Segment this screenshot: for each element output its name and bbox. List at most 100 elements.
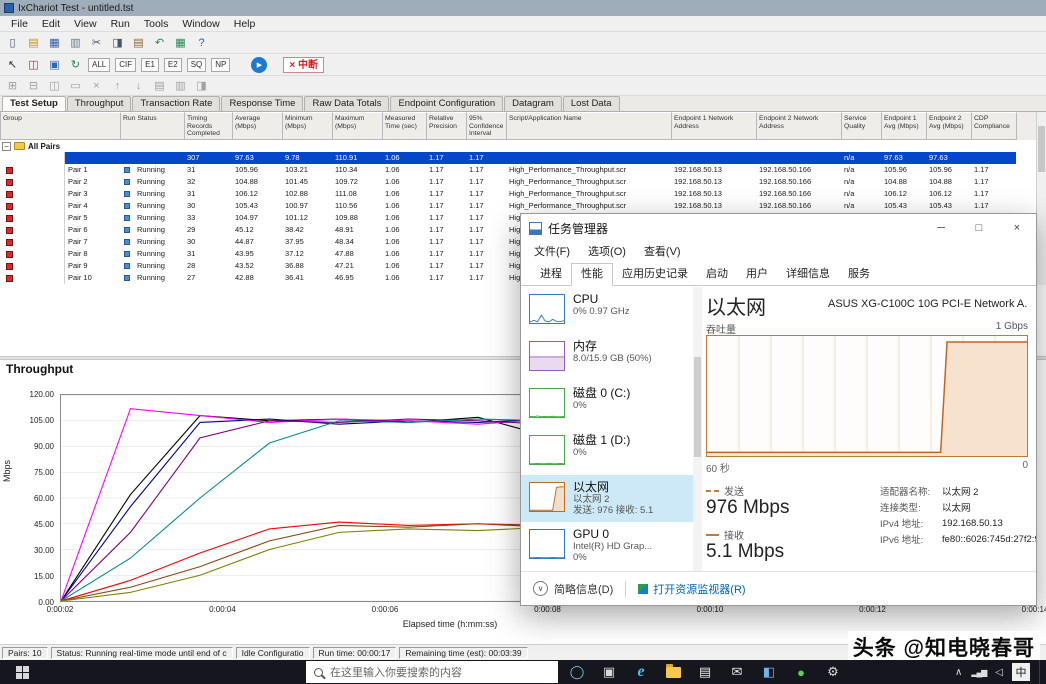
open-resource-monitor-link[interactable]: 打开资源监视器(R) [653, 581, 745, 597]
view-button-np[interactable]: NP [211, 58, 230, 72]
column-header-relative-precision[interactable]: Relative Precision [427, 112, 467, 140]
maximize-button[interactable]: □ [960, 214, 998, 242]
taskbar-search-box[interactable]: 在这里输入你要搜索的内容 [306, 661, 558, 683]
copy-icon[interactable]: ◨ [109, 34, 126, 51]
save-icon[interactable]: ▦ [46, 34, 63, 51]
tab-raw-data-totals[interactable]: Raw Data Totals [304, 96, 389, 111]
run-test-button[interactable]: ▶ [251, 57, 267, 73]
duplicate-pair-icon[interactable]: ◫ [46, 77, 63, 94]
store-icon[interactable]: ▤ [694, 660, 716, 684]
menu-help[interactable]: Help [227, 16, 263, 32]
tm-tab-startup[interactable]: 启动 [697, 264, 737, 285]
pair-row[interactable]: Pair 3Running31106.12102.88111.081.061.1… [0, 188, 1036, 200]
split-icon[interactable]: ◨ [193, 77, 210, 94]
volume-icon[interactable]: ◁ [995, 667, 1003, 678]
pair-row[interactable]: Pair 4Running30105.43100.97110.561.061.1… [0, 200, 1036, 212]
perf-item-disk0[interactable]: 磁盘 0 (C:)0% [521, 381, 693, 428]
view-button-cif[interactable]: CIF [115, 58, 136, 72]
move-up-icon[interactable]: ↑ [109, 77, 126, 94]
pair-row[interactable]: Pair 1Running31105.96103.21110.341.061.1… [0, 164, 1036, 176]
tray-expand-icon[interactable]: ∧ [955, 667, 962, 678]
tm-tab-details[interactable]: 详细信息 [777, 264, 839, 285]
perf-item-mem[interactable]: 内存8.0/15.9 GB (50%) [521, 334, 693, 381]
tm-tab-services[interactable]: 服务 [839, 264, 879, 285]
refresh-icon[interactable]: ↻ [67, 56, 84, 73]
column-header-maximum-mbps[interactable]: Maximum (Mbps) [333, 112, 383, 140]
menu-file[interactable]: File [4, 16, 35, 32]
tab-endpoint-configuration[interactable]: Endpoint Configuration [390, 96, 503, 111]
delete-icon[interactable]: × [88, 77, 105, 94]
collapse-expander-icon[interactable]: − [2, 142, 11, 151]
settings-icon[interactable]: ⚙ [822, 660, 844, 684]
tab-response-time[interactable]: Response Time [221, 96, 303, 111]
chevron-down-icon[interactable]: ∨ [533, 581, 548, 596]
column-header-cdp-compliance[interactable]: CDP Compliance [972, 112, 1017, 140]
menu-view[interactable]: View [67, 16, 104, 32]
table-scrollbar[interactable] [1036, 112, 1046, 285]
grid-view-icon[interactable]: ▦ [172, 34, 189, 51]
perf-item-eth[interactable]: 以太网以太网 2发送: 976 接收: 5.1 [521, 475, 693, 522]
undo-icon[interactable]: ↶ [151, 34, 168, 51]
tm-tab-processes[interactable]: 进程 [531, 264, 571, 285]
tm-menu-o[interactable]: 选项(O) [579, 242, 635, 262]
move-down-icon[interactable]: ↓ [130, 77, 147, 94]
add-pair-icon[interactable]: ◫ [25, 56, 42, 73]
column-header-script-application-name[interactable]: Script/Application Name [507, 112, 672, 140]
close-button[interactable]: × [998, 214, 1036, 242]
tm-tab-users[interactable]: 用户 [737, 264, 777, 285]
rename-icon[interactable]: ▭ [67, 77, 84, 94]
pointer-icon[interactable]: ↖ [4, 56, 21, 73]
all-pairs-group-row[interactable]: − All Pairs [0, 140, 1036, 152]
sidebar-scrollbar[interactable] [693, 287, 702, 571]
view-button-all[interactable]: ALL [88, 58, 110, 72]
column-header-group[interactable]: Group [1, 112, 121, 140]
column-header-endpoint-1-avg-mbps[interactable]: Endpoint 1 Avg (Mbps) [882, 112, 927, 140]
columns-icon[interactable]: ▥ [172, 77, 189, 94]
help-icon[interactable]: ? [193, 34, 210, 51]
open-file-icon[interactable]: ▤ [25, 34, 42, 51]
scrollbar-thumb[interactable] [694, 357, 701, 457]
view-button-e2[interactable]: E2 [164, 58, 182, 72]
print-icon[interactable]: ▥ [67, 34, 84, 51]
column-header-service-quality[interactable]: Service Quality [842, 112, 882, 140]
column-header-run-status[interactable]: Run Status [121, 112, 185, 140]
column-header-endpoint-1-network-address[interactable]: Endpoint 1 Network Address [672, 112, 757, 140]
column-header-measured-time-sec[interactable]: Measured Time (sec) [383, 112, 427, 140]
edge-icon[interactable]: e [630, 660, 652, 684]
minimize-button[interactable]: ─ [922, 214, 960, 242]
edit-pair-icon[interactable]: ▣ [46, 56, 63, 73]
tab-lost-data[interactable]: Lost Data [563, 96, 620, 111]
column-header-minimum-mbps[interactable]: Minimum (Mbps) [283, 112, 333, 140]
paste-icon[interactable]: ▤ [130, 34, 147, 51]
ixchariot-titlebar[interactable]: IxChariot Test - untitled.tst [0, 0, 1046, 16]
pair-row[interactable]: Pair 2Running32104.88101.45109.721.061.1… [0, 176, 1036, 188]
task-view-icon[interactable]: ▣ [598, 660, 620, 684]
all-pairs-summary-row[interactable]: 30797.639.78110.911.061.171.17n/a97.6397… [0, 152, 1036, 164]
tm-tab-app-history[interactable]: 应用历史记录 [613, 264, 697, 285]
tm-menu-f[interactable]: 文件(F) [525, 242, 579, 262]
view-button-e1[interactable]: E1 [141, 58, 159, 72]
tm-menu-v[interactable]: 查看(V) [635, 242, 690, 262]
column-header-average-mbps[interactable]: Average (Mbps) [233, 112, 283, 140]
new-file-icon[interactable]: ▯ [4, 34, 21, 51]
cut-icon[interactable]: ✂ [88, 34, 105, 51]
table-icon[interactable]: ▤ [151, 77, 168, 94]
tab-test-setup[interactable]: Test Setup [2, 96, 66, 111]
column-header-95-confidence-interval[interactable]: 95% Confidence Interval [467, 112, 507, 140]
start-button[interactable] [0, 660, 44, 684]
menu-run[interactable]: Run [104, 16, 137, 32]
network-icon[interactable]: ▂▄▆ [971, 668, 986, 677]
tm-tab-performance[interactable]: 性能 [571, 263, 613, 286]
scrollbar-thumb[interactable] [1038, 126, 1045, 172]
show-desktop-button[interactable] [1039, 660, 1042, 684]
wechat-icon[interactable]: ● [790, 660, 812, 684]
task-manager-titlebar[interactable]: 任务管理器 ─ □ × [521, 214, 1036, 242]
remove-group-icon[interactable]: ⊟ [25, 77, 42, 94]
perf-item-gpu[interactable]: GPU 0Intel(R) HD Grap...0% [521, 522, 693, 569]
menu-tools[interactable]: Tools [137, 16, 176, 32]
column-header-endpoint-2-network-address[interactable]: Endpoint 2 Network Address [757, 112, 842, 140]
tab-transaction-rate[interactable]: Transaction Rate [132, 96, 220, 111]
menu-window[interactable]: Window [175, 16, 226, 32]
column-header-endpoint-2-avg-mbps[interactable]: Endpoint 2 Avg (Mbps) [927, 112, 972, 140]
tab-throughput[interactable]: Throughput [67, 96, 132, 111]
